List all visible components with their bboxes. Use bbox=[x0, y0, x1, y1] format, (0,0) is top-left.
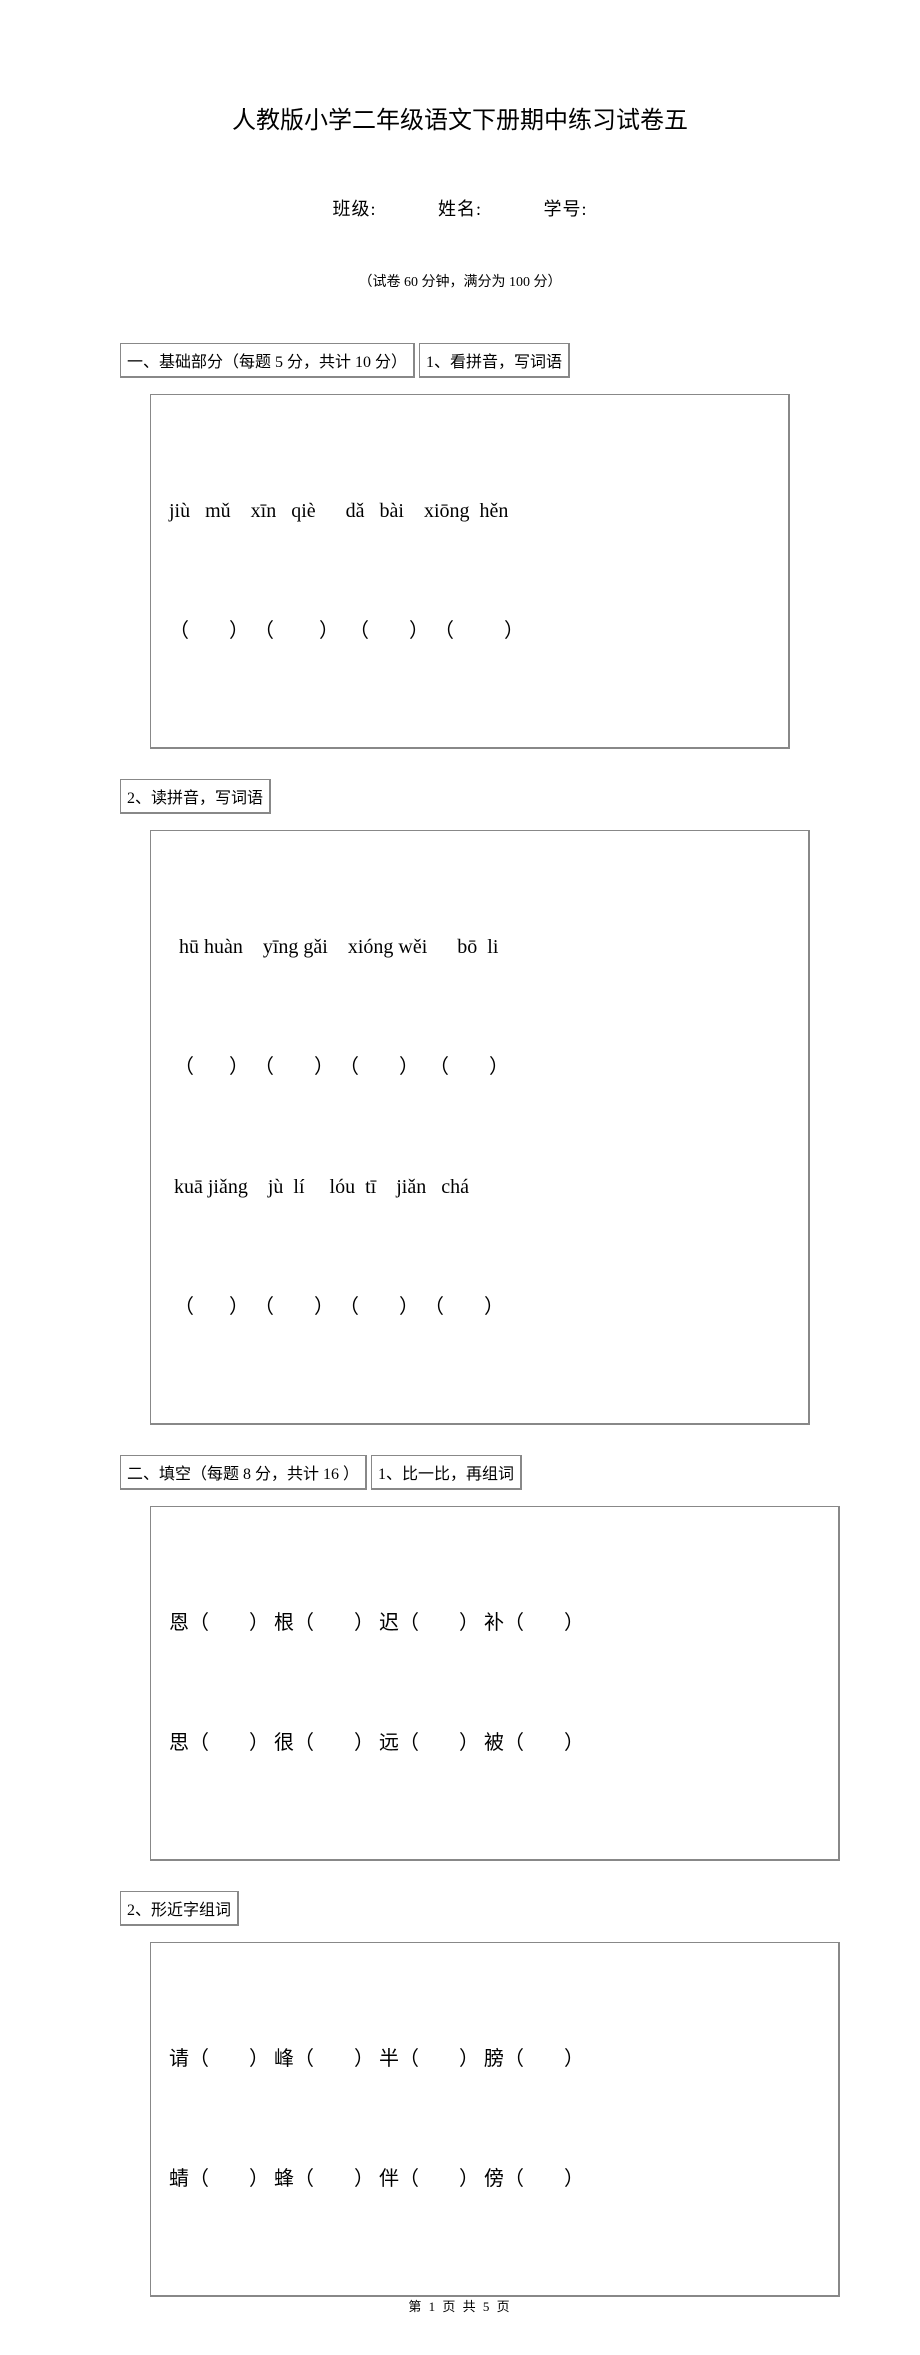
word-row: 请（ ） 峰（ ） 半（ ） 膀（ ） bbox=[169, 2039, 820, 2079]
id-label: 学号: bbox=[544, 199, 588, 219]
class-label: 班级: bbox=[332, 199, 376, 219]
answer-row: （ ） （ ） （ ） （ ） bbox=[169, 1047, 790, 1087]
student-meta: 班级: 姓名: 学号: bbox=[120, 195, 800, 221]
word-row: 蜻（ ） 蜂（ ） 伴（ ） 傍（ ） bbox=[169, 2159, 820, 2199]
s1-q1-content: jiù mǔ xīn qiè dǎ bài xiōng hěn （ ） （ ） … bbox=[150, 394, 790, 749]
section-2-header: 二、填空（每题 8 分，共计 16 ） bbox=[120, 1455, 367, 1490]
page-footer: 第 1 页 共 5 页 bbox=[0, 2296, 920, 2315]
pinyin-row: jiù mǔ xīn qiè dǎ bài xiōng hěn bbox=[169, 491, 770, 531]
s2-q2-content: 请（ ） 峰（ ） 半（ ） 膀（ ） 蜻（ ） 蜂（ ） 伴（ ） 傍（ ） bbox=[150, 1942, 840, 2297]
answer-row: （ ） （ ） （ ） （ ） bbox=[169, 1287, 790, 1327]
answer-row: （ ） （ ） （ ） （ ） bbox=[169, 611, 770, 651]
s1-q2-label: 2、读拼音，写词语 bbox=[120, 779, 271, 814]
exam-info: （试卷 60 分钟，满分为 100 分） bbox=[120, 271, 800, 291]
word-row: 思（ ） 很（ ） 远（ ） 被（ ） bbox=[169, 1723, 820, 1763]
section-1-header: 一、基础部分（每题 5 分，共计 10 分） bbox=[120, 343, 415, 378]
page-title: 人教版小学二年级语文下册期中练习试卷五 bbox=[120, 100, 800, 135]
name-label: 姓名: bbox=[438, 199, 482, 219]
word-row: 恩（ ） 根（ ） 迟（ ） 补（ ） bbox=[169, 1603, 820, 1643]
s2-q1-content: 恩（ ） 根（ ） 迟（ ） 补（ ） 思（ ） 很（ ） 远（ ） 被（ ） bbox=[150, 1506, 840, 1861]
exam-page: 人教版小学二年级语文下册期中练习试卷五 班级: 姓名: 学号: （试卷 60 分… bbox=[0, 0, 920, 2355]
pinyin-row: hū huàn yīng gǎi xióng wěi bō li bbox=[169, 927, 790, 967]
s2-q2-label: 2、形近字组词 bbox=[120, 1891, 239, 1926]
pinyin-row: kuā jiǎng jù lí lóu tī jiǎn chá bbox=[169, 1167, 790, 1207]
s2-q1-label: 1、比一比，再组词 bbox=[371, 1455, 522, 1490]
s1-q1-label: 1、看拼音，写词语 bbox=[419, 343, 570, 378]
s1-q2-content: hū huàn yīng gǎi xióng wěi bō li （ ） （ ）… bbox=[150, 830, 810, 1425]
